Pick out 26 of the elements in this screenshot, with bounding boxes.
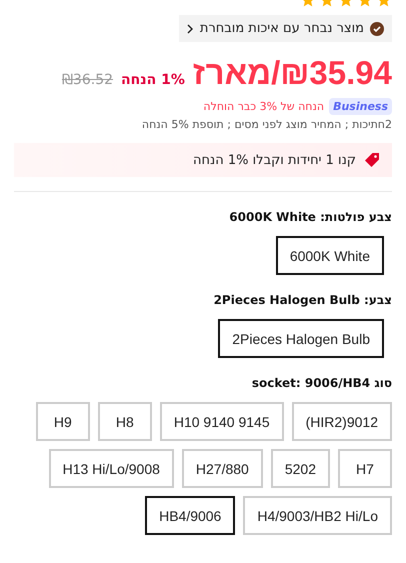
option-button[interactable]: H4/9003/HB2 Hi/Lo [243,496,392,535]
option-title: סוג socket: 9006/HB4 [252,376,392,390]
option-button[interactable]: H7 [338,449,392,488]
option-button[interactable]: 6000K White [276,236,384,275]
discount-label: 1% הנחה [121,72,185,88]
option-button[interactable]: H9 [36,402,90,441]
chevron-icon [186,24,194,34]
option-button[interactable]: H10 9140 9145 [160,402,284,441]
business-discount: הנחה של 3% כבר הוחלה [203,100,324,113]
option-button[interactable]: HB4/9006 [145,496,236,535]
option-button[interactable]: 5202 [270,449,330,488]
option-title: צבע: 2Pieces Halogen Bulb [214,293,392,307]
business-badge: Business [329,98,392,115]
option-button[interactable]: H27/880 [182,449,263,488]
option-button[interactable]: H13 Hi/Lo/9008 [48,449,174,488]
promo-text: קנו 1 יחידות וקבלו 1% הנחה [193,152,356,168]
option-button[interactable]: (HIR2)9012 [292,402,392,441]
current-price: ₪35.94/מארז [192,54,392,92]
quality-badge[interactable]: מוצר נבחר עם איכות מובחרת [178,15,392,42]
option-title: צבע פולטות: 6000K White [229,210,392,224]
price-note: 2חתיכות ; המחיר מוצג לפני מסים ; תוספת 5% הנחה [142,118,392,131]
original-price: ₪36.52 [62,72,114,88]
option-button[interactable]: 2Pieces Halogen Bulb [218,319,384,358]
check-badge-icon [370,22,384,36]
option-button[interactable]: H8 [98,402,152,441]
tag-icon [364,152,380,168]
